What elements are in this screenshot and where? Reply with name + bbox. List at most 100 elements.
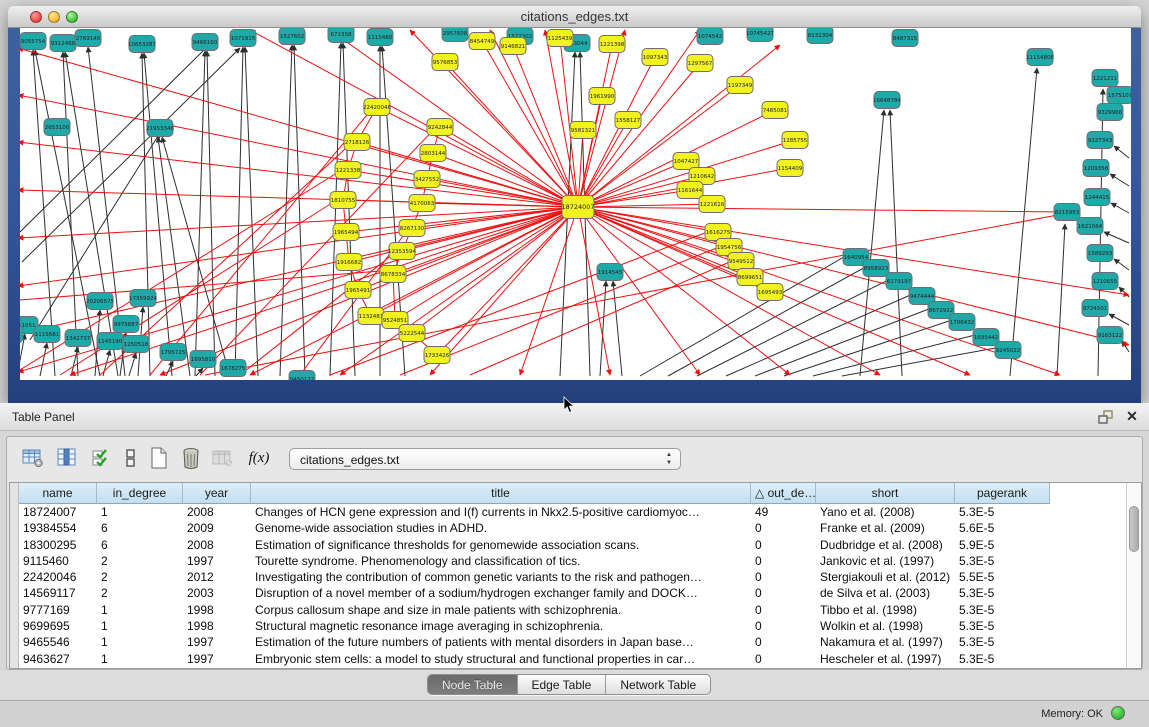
graph-node[interactable]: 1209358 — [1083, 160, 1109, 177]
show-columns-button[interactable] — [53, 444, 81, 472]
graph-node[interactable]: 1210655 — [1092, 273, 1118, 290]
table-cell[interactable]: 18724007 — [19, 504, 97, 520]
graph-node[interactable]: 1706432 — [949, 314, 975, 331]
graph-node[interactable]: 9242844 — [427, 119, 453, 136]
graph-node[interactable]: 9450122 — [289, 371, 315, 381]
graph-node[interactable]: 8267130 — [399, 220, 425, 237]
new-column-button[interactable] — [145, 444, 173, 472]
table-cell[interactable]: Changes of HCN gene expression and I(f) … — [251, 504, 751, 520]
table-row[interactable]: 1872400712008Changes of HCN gene express… — [19, 504, 1050, 520]
graph-node[interactable]: 3427552 — [414, 171, 440, 188]
graph-node[interactable]: 1221616 — [699, 196, 725, 213]
graph-node[interactable]: 1695493 — [757, 284, 783, 301]
table-cell[interactable]: 5.3E-5 — [955, 634, 1050, 650]
table-cell[interactable]: 1998 — [183, 618, 251, 634]
tab-network-table[interactable]: Network Table — [606, 675, 710, 694]
graph-node[interactable]: 1961990 — [589, 88, 615, 105]
table-cell[interactable]: 1998 — [183, 602, 251, 618]
table-cell[interactable]: 2012 — [183, 569, 251, 585]
table-cell[interactable]: Investigating the contribution of common… — [251, 569, 751, 585]
table-cell[interactable]: 18300295 — [19, 537, 97, 553]
table-cell[interactable]: 0 — [751, 618, 816, 634]
graph-node[interactable]: 8487315 — [892, 30, 918, 47]
table-cell[interactable]: Tourette syndrome. Phenomenology and cla… — [251, 553, 751, 569]
table-cell[interactable]: 9465546 — [19, 634, 97, 650]
table-cell[interactable]: 22420046 — [19, 569, 97, 585]
column-header-short[interactable]: short — [816, 483, 955, 504]
graph-node[interactable]: 4170063 — [409, 195, 435, 212]
graph-node[interactable]: 1527602 — [279, 28, 305, 45]
graph-node[interactable]: 2769140 — [75, 30, 101, 47]
vertical-scrollbar[interactable] — [1126, 483, 1141, 668]
table-cell[interactable]: Wolkin et al. (1998) — [816, 618, 955, 634]
table-cell[interactable]: 0 — [751, 651, 816, 667]
graph-node[interactable]: 1575107 — [1107, 87, 1131, 104]
graph-node[interactable]: 1621064 — [1077, 218, 1103, 235]
graph-node[interactable]: 1795725 — [160, 344, 186, 361]
graph-node[interactable]: 9581321 — [570, 122, 596, 139]
table-row[interactable]: 1938455462009Genome-wide association stu… — [19, 520, 1050, 536]
table-cell[interactable]: Structural magnetic resonance image aver… — [251, 618, 751, 634]
graph-node[interactable]: 5222544 — [399, 325, 425, 342]
table-cell[interactable]: Hescheler et al. (1997) — [816, 651, 955, 667]
graph-node[interactable]: 1965494 — [333, 224, 359, 241]
graph-node[interactable]: 8454749 — [469, 33, 495, 50]
column-header-year[interactable]: year — [183, 483, 251, 504]
table-cell[interactable]: 6 — [97, 537, 183, 553]
graph-node[interactable]: 1616275 — [705, 224, 731, 241]
graph-node[interactable]: 11154808 — [1026, 49, 1054, 66]
table-cell[interactable]: 5.3E-5 — [955, 585, 1050, 601]
table-row[interactable]: 911546021997Tourette syndrome. Phenomeno… — [19, 553, 1050, 569]
table-cell[interactable]: 1997 — [183, 651, 251, 667]
network-canvas[interactable]: 9055754931246827691401065328794661601071… — [20, 28, 1131, 380]
table-cell[interactable]: 5.3E-5 — [955, 602, 1050, 618]
graph-node[interactable]: 1071915 — [230, 30, 256, 47]
table-cell[interactable]: 6 — [97, 520, 183, 536]
graph-node[interactable]: 9724501 — [1082, 300, 1108, 317]
graph-node[interactable]: 1197349 — [727, 77, 753, 94]
graph-node[interactable]: 1285755 — [782, 132, 808, 149]
table-cell[interactable]: 0 — [751, 585, 816, 601]
table-cell[interactable]: 5.6E-5 — [955, 520, 1050, 536]
graph-node[interactable]: 9549512 — [728, 253, 754, 270]
table-cell[interactable]: 5.3E-5 — [955, 553, 1050, 569]
delete-column-button[interactable] — [177, 444, 205, 472]
graph-node[interactable]: 1125439 — [547, 30, 573, 47]
table-cell[interactable]: Genome-wide association studies in ADHD. — [251, 520, 751, 536]
table-cell[interactable]: 0 — [751, 602, 816, 618]
graph-node[interactable]: 7485081 — [762, 102, 788, 119]
graph-node[interactable]: 1244415 — [1084, 189, 1110, 206]
table-cell[interactable]: 2 — [97, 569, 183, 585]
table-row[interactable]: 2242004622012Investigating the contribut… — [19, 569, 1050, 585]
graph-node[interactable]: 2957608 — [442, 28, 468, 42]
graph-node[interactable]: 1810755 — [330, 192, 356, 209]
graph-node[interactable]: 1097343 — [642, 49, 668, 66]
table-cell[interactable]: 0 — [751, 553, 816, 569]
graph-node[interactable]: 1342737 — [65, 330, 91, 347]
graph-node[interactable]: 391138 — [20, 326, 23, 343]
tab-node-table[interactable]: Node Table — [428, 675, 518, 694]
delete-table-button[interactable] — [209, 444, 237, 472]
graph-node[interactable]: 8699651 — [737, 269, 763, 286]
table-cell[interactable]: de Silva et al. (2003) — [816, 585, 955, 601]
graph-node[interactable]: 8131304 — [807, 28, 833, 44]
table-cell[interactable]: 9777169 — [19, 602, 97, 618]
table-cell[interactable]: 5.5E-5 — [955, 569, 1050, 585]
table-cell[interactable]: 0 — [751, 634, 816, 650]
table-cell[interactable]: 1 — [97, 504, 183, 520]
table-cell[interactable]: Dudbridge et al. (2008) — [816, 537, 955, 553]
table-cell[interactable]: 49 — [751, 504, 816, 520]
graph-node[interactable]: 1250518 — [123, 336, 149, 353]
table-cell[interactable]: 5.3E-5 — [955, 651, 1050, 667]
table-cell[interactable]: 2 — [97, 585, 183, 601]
graph-node[interactable]: 9466160 — [192, 34, 218, 51]
graph-node[interactable]: 9975887 — [113, 316, 139, 333]
table-cell[interactable]: Nakamura et al. (1997) — [816, 634, 955, 650]
scrollbar-thumb[interactable] — [1129, 506, 1139, 552]
table-cell[interactable]: Corpus callosum shape and size in male p… — [251, 602, 751, 618]
close-panel-button[interactable]: ✕ — [1124, 408, 1140, 424]
table-cell[interactable]: 0 — [751, 569, 816, 585]
graph-node[interactable]: 1221338 — [335, 162, 361, 179]
float-panel-button[interactable] — [1097, 409, 1115, 425]
graph-node[interactable]: 9576853 — [432, 54, 458, 71]
